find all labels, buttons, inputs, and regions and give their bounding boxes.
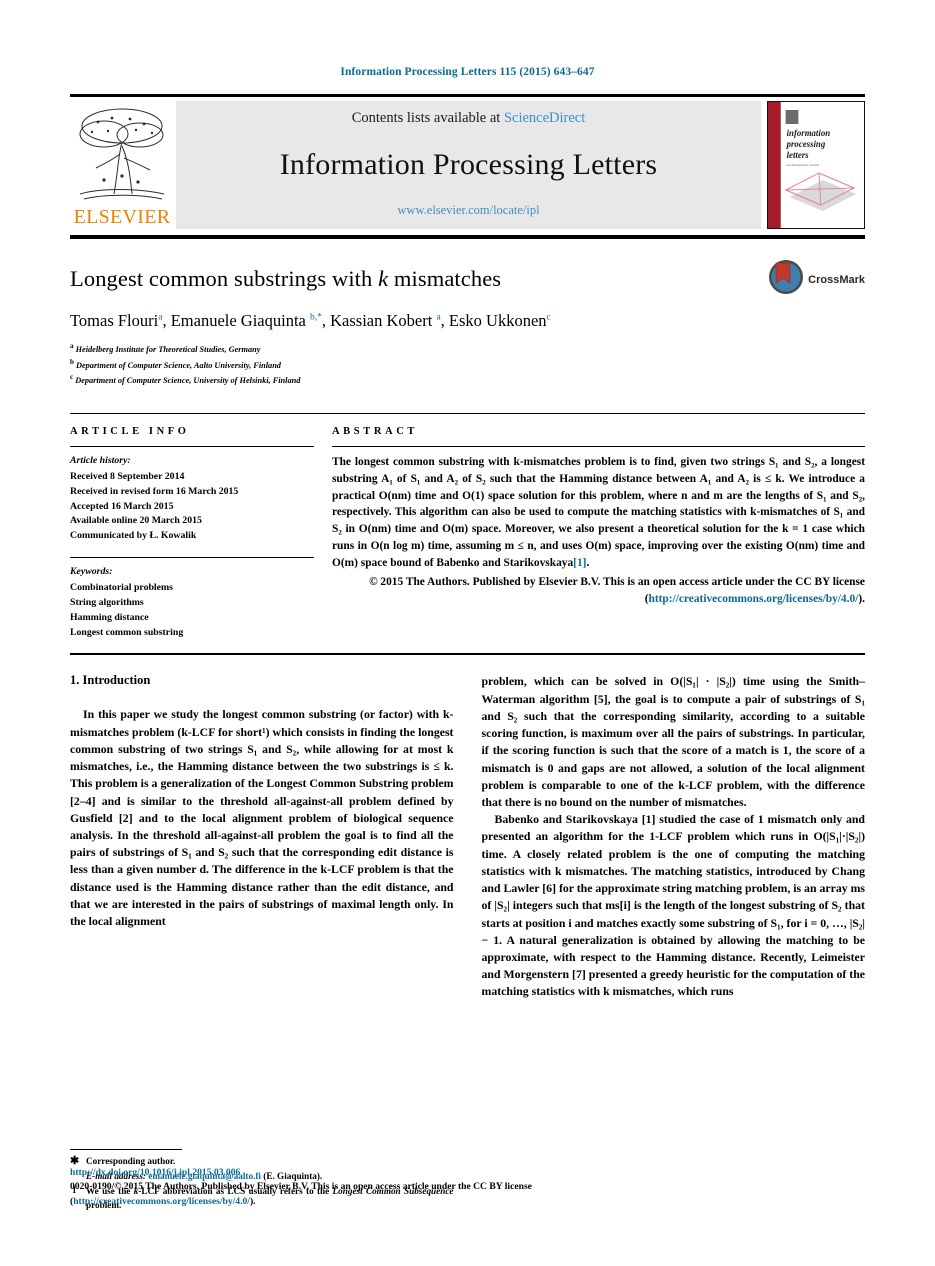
affiliation-text: Heidelberg Institute for Theoretical Stu…	[75, 345, 261, 355]
copyright-tail: ).	[858, 593, 865, 606]
cc-license-link[interactable]: http://creativecommons.org/licenses/by/4…	[648, 593, 858, 605]
page-title: Longest common substrings with k mismatc…	[70, 265, 865, 292]
paragraph: In this paper we study the longest commo…	[70, 707, 454, 929]
journal-cover-thumbnail: information processing letters An Intern…	[767, 101, 865, 229]
paragraph: problem, which can be solved in O(|S₁| ·…	[481, 674, 866, 809]
title-pre: Longest common substrings with	[70, 266, 379, 291]
abstract-citation[interactable]: [1]	[573, 557, 586, 569]
abstract-column: ABSTRACT The longest common substring wi…	[332, 426, 865, 640]
affiliation-item: a Heidelberg Institute for Theoretical S…	[70, 341, 865, 356]
paragraph: Babenko and Starikovskaya [1] studied th…	[481, 812, 866, 999]
svg-text:processing: processing	[786, 139, 826, 149]
journal-masthead: ELSEVIER Contents lists available at Sci…	[70, 94, 865, 229]
title-block: CrossMark Longest common substrings with…	[70, 260, 865, 387]
footnote-rule	[70, 1149, 182, 1151]
divider	[70, 446, 314, 448]
footnote-text: Corresponding author.	[86, 1156, 176, 1167]
crossmark-badge[interactable]: CrossMark	[768, 259, 865, 300]
author-list: Tomas Flouria, Emanuele Giaquinta b,*, K…	[70, 311, 551, 330]
keyword-item: Combinatorial problems	[70, 581, 173, 593]
affiliation-list: a Heidelberg Institute for Theoretical S…	[70, 341, 865, 387]
author-name[interactable]: Tomas Flouri	[70, 311, 158, 330]
masthead-bottom-rule	[70, 235, 865, 239]
left-column: 1. Introduction In this paper we study t…	[70, 673, 454, 1213]
history-item: Received in revised form 16 March 2015	[70, 485, 239, 497]
title-italic-k: k	[378, 266, 389, 291]
license-paren-close: ).	[249, 1195, 256, 1207]
history-item: Accepted 16 March 2015	[70, 500, 174, 512]
article-page: Information Processing Letters 115 (2015…	[0, 0, 935, 1266]
footer-license-link[interactable]: http://creativecommons.org/licenses/by/4…	[73, 1196, 250, 1207]
running-head: Information Processing Letters 115 (2015…	[340, 66, 595, 78]
author-name[interactable]: Kassian Kobert	[330, 311, 432, 330]
author-mark: a	[436, 312, 441, 323]
author-name[interactable]: Esko Ukkonen	[449, 311, 547, 330]
keyword-item: Longest common substring	[70, 626, 184, 638]
abstract-heading: ABSTRACT	[332, 426, 418, 438]
crossmark-label: CrossMark	[808, 273, 865, 286]
body-columns: 1. Introduction In this paper we study t…	[70, 673, 865, 1213]
svg-text:information: information	[787, 128, 831, 138]
affiliation-item: b Department of Computer Science, Aalto …	[70, 357, 865, 372]
affiliation-text: Department of Computer Science, Universi…	[75, 375, 301, 385]
article-info-column: ARTICLE INFO Article history: Received 8…	[70, 426, 314, 640]
history-item: Received 8 September 2014	[70, 470, 185, 482]
contents-lists-line: Contents lists available at ScienceDirec…	[352, 110, 586, 127]
abstract-text-tail: .	[586, 556, 590, 569]
footer-copyright: 0020-0190/© 2015 The Authors. Published …	[70, 1181, 532, 1193]
divider	[70, 557, 314, 559]
section-heading-introduction: 1. Introduction	[70, 673, 151, 688]
right-column: problem, which can be solved in O(|S₁| ·…	[482, 673, 866, 1213]
masthead-center: Contents lists available at ScienceDirec…	[176, 101, 761, 229]
abstract-body: The longest common substring with k-mism…	[332, 454, 865, 608]
history-item: Communicated by Ł. Kowalik	[70, 530, 197, 542]
info-abstract-band: ARTICLE INFO Article history: Received 8…	[70, 413, 865, 640]
abstract-text: The longest common substring with k-mism…	[332, 456, 865, 569]
elsevier-wordmark: ELSEVIER	[73, 206, 171, 228]
journal-title: Information Processing Letters	[279, 148, 658, 181]
affiliation-mark: a	[70, 342, 74, 351]
article-info-heading: ARTICLE INFO	[70, 426, 190, 438]
abstract-copyright: © 2015 The Authors. Published by Elsevie…	[332, 574, 865, 608]
keyword-item: String algorithms	[70, 596, 144, 608]
article-history-label: Article history:	[70, 455, 131, 467]
svg-text:An International Journal: An International Journal	[787, 163, 820, 167]
keywords-block: Keywords: Combinatorial problems String …	[70, 557, 314, 640]
affiliation-item: c Department of Computer Science, Univer…	[70, 372, 865, 387]
keyword-item: Hamming distance	[70, 611, 149, 623]
keywords-label: Keywords:	[70, 566, 113, 578]
history-item: Available online 20 March 2015	[70, 515, 202, 527]
sciencedirect-link[interactable]: ScienceDirect	[504, 110, 585, 126]
journal-url-link[interactable]: www.elsevier.com/locate/ipl	[397, 203, 539, 218]
elsevier-logo: ELSEVIER	[70, 101, 174, 229]
svg-text:letters: letters	[787, 150, 810, 160]
author-mark: b,*	[310, 312, 322, 323]
divider	[332, 446, 865, 448]
affiliation-mark: c	[70, 372, 74, 381]
author-mark: a	[158, 312, 163, 323]
title-post: mismatches	[388, 266, 502, 291]
elsevier-tree-icon	[74, 102, 170, 206]
affiliation-mark: b	[70, 357, 74, 366]
page-footer: http://dx.doi.org/10.1016/j.ipl.2015.03.…	[70, 1166, 865, 1209]
author-name[interactable]: Emanuele Giaquinta	[171, 311, 306, 330]
contents-prefix: Contents lists available at	[351, 110, 504, 126]
author-mark: c	[546, 312, 551, 323]
crossmark-icon	[768, 259, 804, 300]
affiliation-text: Department of Computer Science, Aalto Un…	[75, 360, 281, 370]
abstract-bottom-rule	[70, 653, 865, 656]
doi-link[interactable]: http://dx.doi.org/10.1016/j.ipl.2015.03.…	[70, 1166, 865, 1180]
